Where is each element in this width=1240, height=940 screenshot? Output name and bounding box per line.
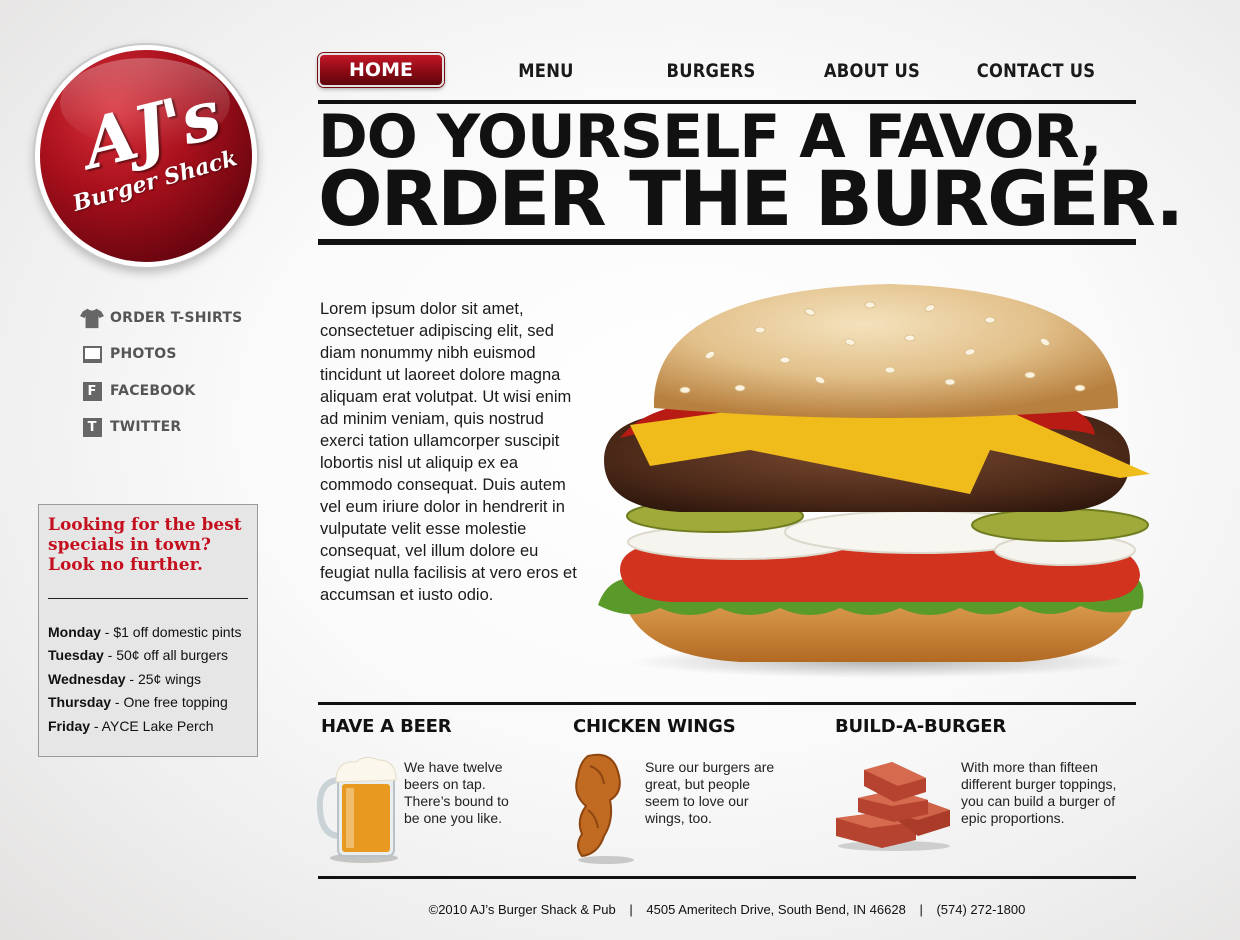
feature-text-beer: We have twelve beers on tap. There’s bou…: [404, 759, 509, 826]
features-top-rule: [318, 702, 1136, 705]
feature-title-build-a-burger: BUILD-A-BURGER: [835, 716, 1006, 737]
nav-home[interactable]: HOME: [318, 53, 444, 87]
twitter-icon: T: [80, 415, 104, 439]
special-item-wednesday: Wednesday - 25¢ wings: [48, 671, 202, 687]
footer-phone: (574) 272-1800: [936, 902, 1026, 917]
nav-about-us[interactable]: ABOUT US: [810, 56, 934, 86]
bricks-icon: [834, 760, 954, 852]
feature-title-beer: HAVE A BEER: [321, 716, 452, 737]
feature-title-wings: CHICKEN WINGS: [573, 716, 736, 737]
nav-contact-us[interactable]: CONTACT US: [971, 56, 1102, 86]
footer-rule: [318, 876, 1136, 879]
specials-title: Looking for the best specials in town? L…: [48, 515, 242, 575]
facebook-icon: F: [80, 379, 104, 403]
sidebar-link-photos[interactable]: PHOTOS: [80, 342, 177, 366]
feature-text-wings: Sure our burgers are great, but people s…: [645, 759, 775, 826]
special-item-friday: Friday - AYCE Lake Perch: [48, 718, 214, 734]
footer-address: 4505 Ameritech Drive, South Bend, IN 466…: [646, 902, 906, 917]
sidebar-link-twitter[interactable]: T TWITTER: [80, 415, 181, 439]
burger-image: [590, 270, 1160, 680]
sidebar-link-facebook[interactable]: F FACEBOOK: [80, 379, 196, 403]
nav-menu[interactable]: MENU: [491, 56, 601, 86]
special-item-monday: Monday - $1 off domestic pints: [48, 624, 242, 640]
chicken-wing-icon: [568, 750, 638, 866]
beer-mug-icon: [316, 752, 398, 864]
tshirt-icon: [80, 306, 104, 330]
feature-text-build-a-burger: With more than fifteen different burger …: [961, 759, 1117, 826]
specials-box: Looking for the best specials in town? L…: [38, 504, 258, 757]
header-bottom-rule: [318, 239, 1136, 245]
special-item-thursday: Thursday - One free topping: [48, 694, 228, 710]
nav-burgers[interactable]: BURGERS: [650, 56, 772, 86]
footer-copyright: ©2010 AJ’s Burger Shack & Pub: [428, 902, 616, 917]
special-item-tuesday: Tuesday - 50¢ off all burgers: [48, 647, 229, 663]
footer: ©2010 AJ’s Burger Shack & Pub | 4505 Ame…: [318, 902, 1136, 917]
sidebar-link-label: FACEBOOK: [110, 383, 196, 399]
sidebar-link-label: ORDER T-SHIRTS: [110, 310, 243, 326]
photo-icon: [80, 342, 104, 366]
site-logo[interactable]: AJ's Burger Shack: [40, 50, 252, 262]
footer-separator: |: [629, 902, 633, 917]
specials-divider: [48, 598, 248, 599]
sidebar-link-label: TWITTER: [110, 419, 182, 435]
sidebar-link-order-tshirts[interactable]: ORDER T-SHIRTS: [80, 306, 242, 330]
intro-paragraph: Lorem ipsum dolor sit amet, consectetuer…: [320, 300, 577, 604]
footer-separator: |: [919, 902, 923, 917]
sidebar-link-label: PHOTOS: [110, 346, 177, 362]
headline-line-2: ORDER THE BURGER.: [318, 154, 1184, 243]
